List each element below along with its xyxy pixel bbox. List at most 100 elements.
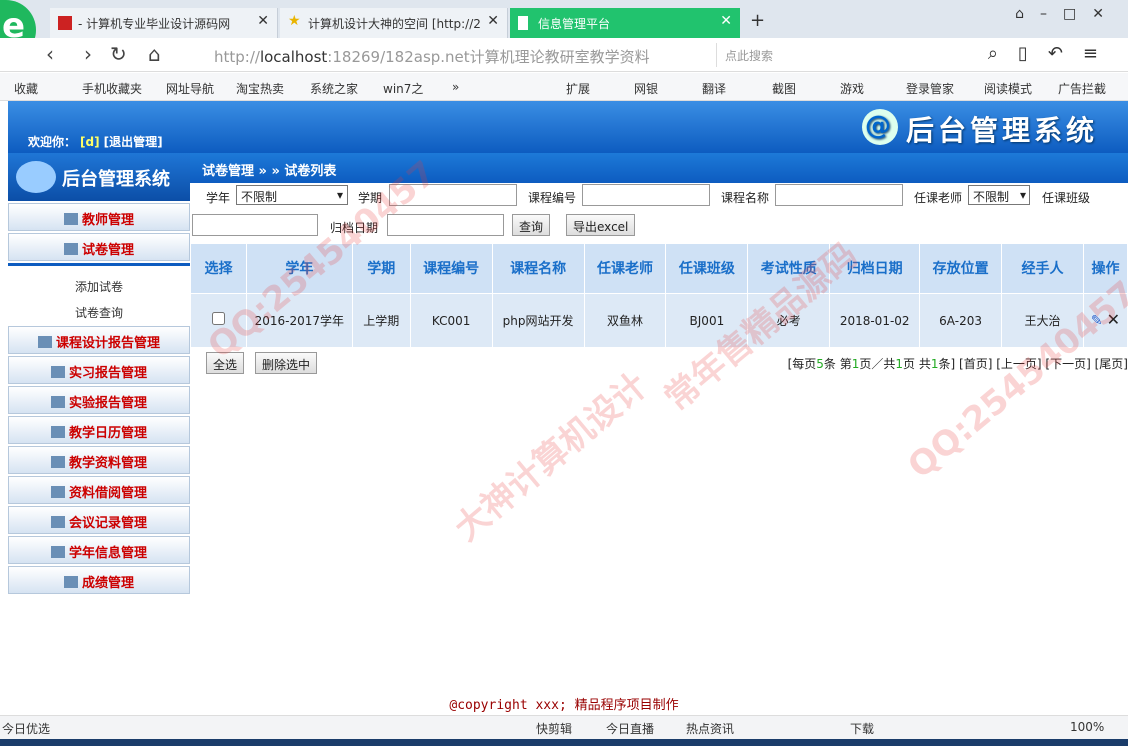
select-all-button[interactable]: 全选 <box>206 352 245 374</box>
close-icon[interactable]: ✕ <box>487 13 499 29</box>
menu-item[interactable]: 学年信息管理 <box>8 536 190 564</box>
year-select[interactable]: 不限制 ▾ <box>236 185 348 205</box>
class-input[interactable] <box>192 214 318 236</box>
menu-exam[interactable]: 试卷管理 <box>8 233 190 261</box>
table-body: 2016-2017学年 上学期 KC001 php网站开发 双鱼林 BJ001 必考 2018… <box>190 293 1128 348</box>
bookmark-item[interactable]: 登录管家 <box>906 80 954 97</box>
pager-last[interactable]: [尾页] <box>1095 357 1128 371</box>
bookmark-item[interactable]: 网银 <box>634 80 658 97</box>
pager-text: 条 第 <box>823 357 852 371</box>
menu-item[interactable]: 实验报告管理 <box>8 386 190 414</box>
edit-icon[interactable]: ✎ <box>1091 313 1103 329</box>
toolbar-icons[interactable]: ⌕▯↶≡ <box>988 43 1118 64</box>
table-cell: 必考 <box>747 293 831 348</box>
pagination: [每页5条 第1页／共1页 共1条] [首页] [上一页] [下一页] [尾页] <box>788 355 1128 372</box>
window-controls[interactable]: ⌂–□✕ <box>1015 6 1120 22</box>
menu-item[interactable]: 成绩管理 <box>8 566 190 594</box>
menu-icon <box>50 396 65 408</box>
column-header: 课程编号 <box>409 243 493 294</box>
pager-first[interactable]: [首页] <box>959 357 992 371</box>
menu-item[interactable]: 课程设计报告管理 <box>8 326 190 354</box>
bookmark-item[interactable]: 翻译 <box>702 80 726 97</box>
submenu-add-exam[interactable]: 添加试卷 <box>8 272 190 298</box>
status-bar: 今日优选 快剪辑 今日直播 热点资讯 下载 100% <box>0 715 1128 739</box>
pager-per-page: 5 <box>816 357 824 371</box>
home-icon[interactable]: ⌂ <box>148 42 161 66</box>
tab-label: 信息管理平台 <box>538 17 611 31</box>
row-checkbox[interactable] <box>211 311 225 325</box>
bookmark-item[interactable]: 系统之家 <box>310 80 358 97</box>
delete-icon[interactable]: ✕ <box>1107 310 1120 329</box>
table-cell: 6A-203 <box>919 293 1003 348</box>
year-label: 学年 <box>206 191 231 205</box>
archive-date-input[interactable] <box>387 214 504 236</box>
new-tab-button[interactable]: + <box>750 10 765 31</box>
term-input[interactable] <box>389 184 517 206</box>
delete-selected-button[interactable]: 删除选中 <box>255 352 318 374</box>
back-icon[interactable]: ‹ <box>46 42 54 66</box>
more-icon[interactable]: » <box>452 80 459 94</box>
bookmark-item[interactable]: 截图 <box>772 80 796 97</box>
zoom-level[interactable]: 100% <box>1070 720 1104 734</box>
status-item[interactable]: 下载 <box>850 720 874 737</box>
table-cell: php网站开发 <box>491 293 585 348</box>
bookmark-item[interactable]: 游戏 <box>840 80 864 97</box>
browser-tab-2[interactable]: ★ 计算机设计大神的空间 [http://2 ✕ <box>280 8 508 38</box>
teacher-select[interactable]: 不限制 ▾ <box>968 185 1030 205</box>
term-label: 学期 <box>358 191 383 205</box>
browser-tab-1[interactable]: - 计算机专业毕业设计源码网 ✕ <box>50 8 278 38</box>
logout-link[interactable]: [退出管理] <box>104 135 163 149</box>
menu-item[interactable]: 教学资料管理 <box>8 446 190 474</box>
menu-label: 课程设计报告管理 <box>55 336 160 351</box>
course-code-input[interactable] <box>582 184 710 206</box>
menu-icon <box>50 366 65 378</box>
system-title-text: 后台管理系统 <box>905 114 1098 147</box>
menu-item[interactable]: 会议记录管理 <box>8 506 190 534</box>
query-button[interactable]: 查询 <box>512 214 551 236</box>
refresh-icon[interactable]: ↻ <box>110 42 127 66</box>
close-icon[interactable]: ✕ <box>720 13 732 29</box>
bookmark-item[interactable]: 收藏 <box>14 80 38 97</box>
status-item[interactable]: 今日直播 <box>606 720 654 737</box>
bookmark-item[interactable]: 扩展 <box>566 80 590 97</box>
url-input[interactable]: http://localhost:18269/182asp.net计算机理论教研… <box>188 43 708 67</box>
pager-text: [每页 <box>787 357 817 371</box>
welcome-text: 欢迎你： [d] [退出管理] <box>28 133 163 150</box>
menu-item[interactable]: 教学日历管理 <box>8 416 190 444</box>
bookmark-item[interactable]: 手机收藏夹 <box>82 80 142 97</box>
column-header: 经手人 <box>1001 243 1084 294</box>
menu-icon <box>50 456 65 468</box>
system-title: @ 后台管理系统 <box>861 109 1098 149</box>
menu-teacher[interactable]: 教师管理 <box>8 203 190 231</box>
course-code-label: 课程编号 <box>528 191 577 205</box>
search-input[interactable]: 点此搜索 <box>716 43 1008 67</box>
submenu-query-exam[interactable]: 试卷查询 <box>8 298 190 324</box>
forward-icon[interactable]: › <box>84 42 92 66</box>
menu-label: 实习报告管理 <box>68 366 147 381</box>
table-cell: BJ001 <box>665 293 749 348</box>
bookmark-item[interactable]: 网址导航 <box>166 80 214 97</box>
filter-bar: 学年 不限制 ▾ 学期 课程编号 课程名称 任课老师 不限制 ▾ 任课班级 归档日期… <box>190 183 1128 243</box>
course-name-input[interactable] <box>775 184 903 206</box>
bookmark-item[interactable]: win7之 <box>383 80 423 97</box>
pager-prev[interactable]: [上一页] <box>996 357 1041 371</box>
menu-item[interactable]: 实习报告管理 <box>8 356 190 384</box>
pager-next[interactable]: [下一页] <box>1045 357 1090 371</box>
menu-icon <box>50 546 65 558</box>
menu-icon <box>63 243 78 255</box>
column-header: 操作 <box>1082 243 1128 294</box>
browser-tab-active[interactable]: 信息管理平台 ✕ <box>510 8 740 38</box>
bookmark-item[interactable]: 阅读模式 <box>984 80 1032 97</box>
url-scheme: http:// <box>214 48 260 66</box>
bookmark-item[interactable]: 广告拦截 <box>1058 80 1106 97</box>
close-icon[interactable]: ✕ <box>257 13 269 29</box>
export-excel-button[interactable]: 导出excel <box>566 214 636 236</box>
status-left[interactable]: 今日优选 <box>2 720 50 737</box>
status-item[interactable]: 快剪辑 <box>536 720 572 737</box>
copyright: @copyright xxx; 精品程序项目制作 <box>449 698 679 713</box>
address-bar: ‹ › ↻ ⌂ http://localhost:18269/182asp.ne… <box>0 38 1128 72</box>
bookmark-item[interactable]: 淘宝热卖 <box>236 80 284 97</box>
menu-item[interactable]: 资料借阅管理 <box>8 476 190 504</box>
status-item[interactable]: 热点资讯 <box>686 720 734 737</box>
tab-label: - 计算机专业毕业设计源码网 <box>78 17 231 31</box>
